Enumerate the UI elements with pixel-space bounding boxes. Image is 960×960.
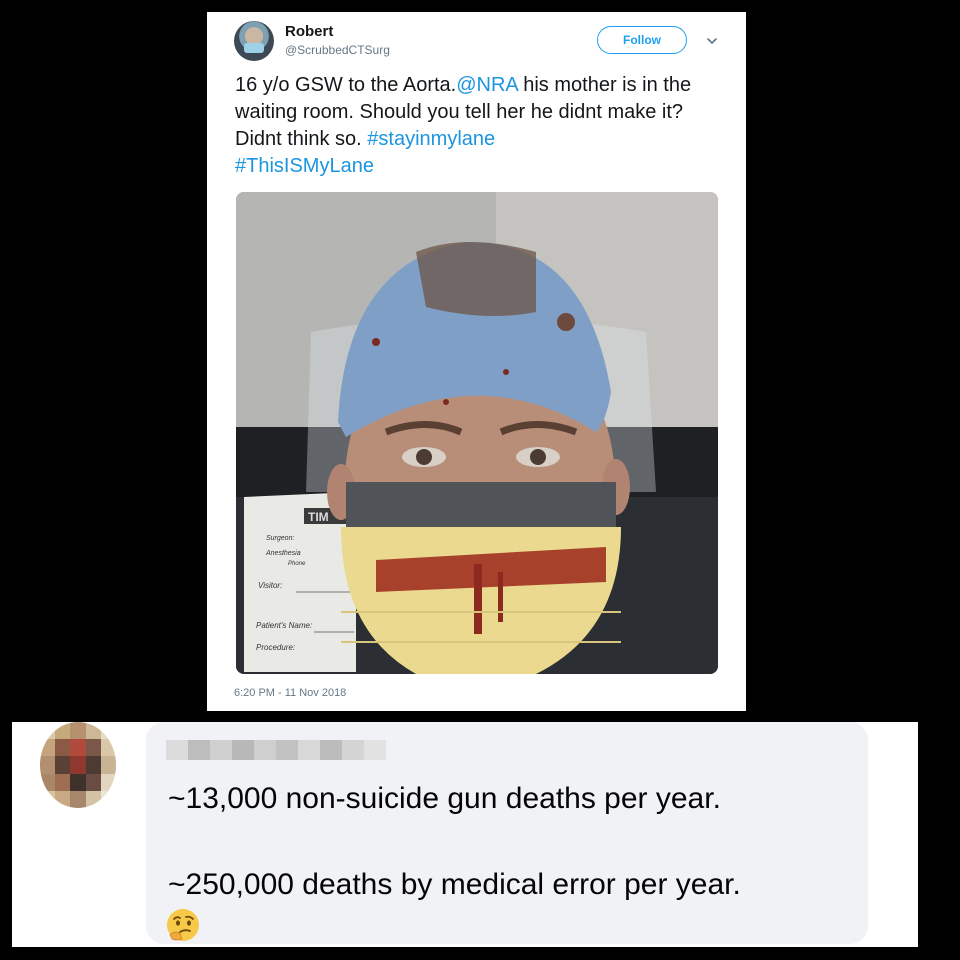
tweet-text-part1: 16 y/o GSW to the Aorta. [235,74,457,96]
form-field: Surgeon: [266,535,294,542]
tweet-card: Robert @ScrubbedCTSurg Follow 16 y/o GSW… [207,12,746,711]
comment-bubble: ~13,000 non-suicide gun deaths per year.… [146,722,868,944]
form-field: Anesthesia [265,550,301,557]
author-name[interactable]: Robert [285,23,333,40]
tweet-text: 16 y/o GSW to the Aorta.@NRA his mother … [235,72,725,180]
mention-link[interactable]: @NRA [456,74,517,96]
hashtag-link[interactable]: #ThisISMyLane [235,155,374,177]
comment-text-line: ~13,000 non-suicide gun deaths per year. [168,782,721,815]
commenter-name-blurred[interactable] [166,740,386,760]
surgeon-photo: TIM Surgeon: Anesthesia Phone Visitor: P… [236,192,718,674]
author-avatar[interactable] [234,21,274,61]
tweet-photo[interactable]: TIM Surgeon: Anesthesia Phone Visitor: P… [236,192,718,674]
form-field: Procedure: [256,643,295,652]
author-handle[interactable]: @ScrubbedCTSurg [285,43,390,57]
follow-button[interactable]: Follow [597,26,687,54]
board-label: TIM [308,510,329,524]
form-field: Phone [288,561,306,567]
chevron-down-icon[interactable] [705,34,719,48]
form-field: Visitor: [258,581,282,590]
comment-text-line: ~250,000 deaths by medical error per yea… [168,868,741,901]
hashtag-link[interactable]: #stayinmylane [367,128,495,150]
form-field: Patient's Name: [256,621,312,630]
comment-panel: ~13,000 non-suicide gun deaths per year.… [12,722,918,947]
commenter-avatar[interactable] [40,722,116,808]
tweet-timestamp[interactable]: 6:20 PM - 11 Nov 2018 [234,687,346,699]
thinking-face-icon [167,909,199,941]
